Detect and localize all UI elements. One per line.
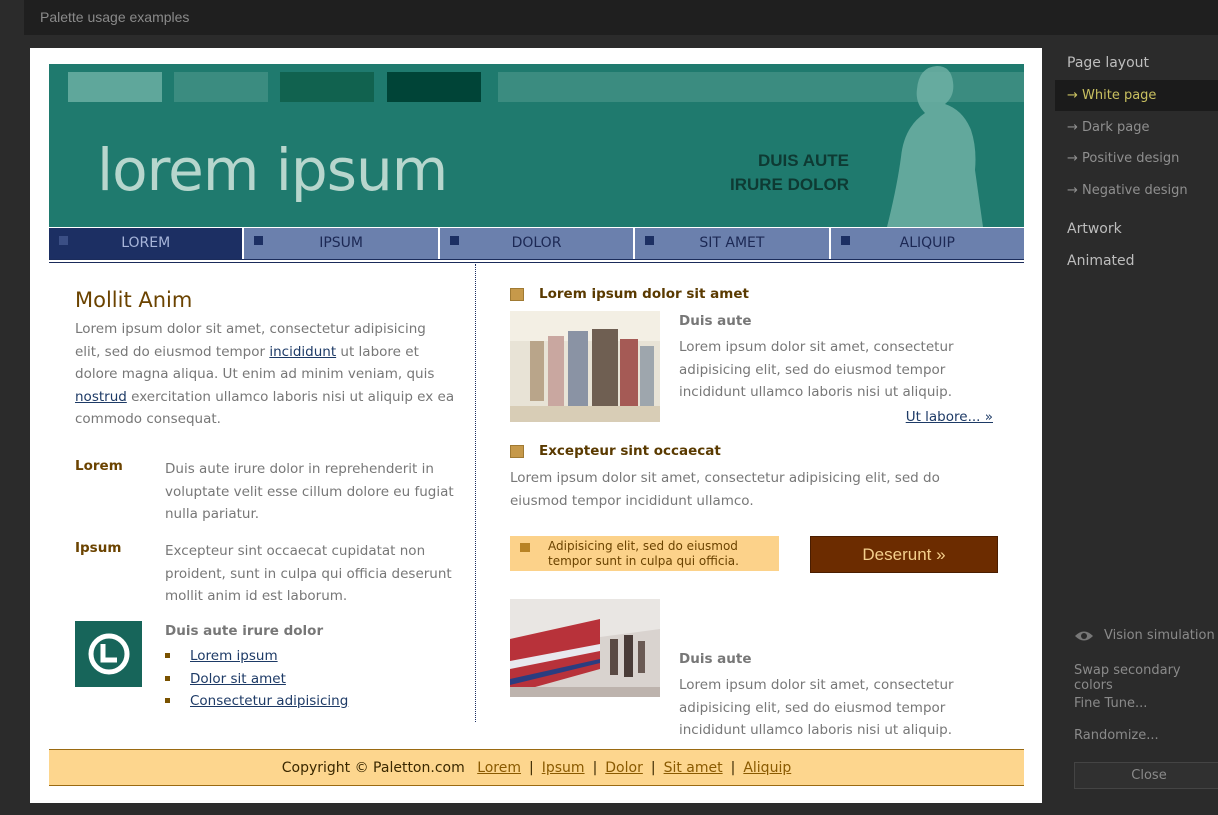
layout-negative-design[interactable]: → Negative design (1067, 183, 1188, 198)
definition-description: Excepteur sint occaecat cupidatat non pr… (165, 543, 452, 604)
layout-white-page[interactable]: → White page (1055, 80, 1218, 111)
copyright-text: Copyright © Paletton.com (281, 760, 465, 776)
nav-item-ipsum[interactable]: IPSUM (244, 228, 438, 259)
intro-text-c: exercitation ullamco laboris nisi ut ali… (75, 388, 455, 428)
vision-simulation-label: Vision simulation (1104, 628, 1215, 643)
definition-term: Lorem (75, 458, 123, 474)
list-link-consectetur[interactable]: Consectetur adipisicing (190, 693, 348, 709)
page-layout-heading[interactable]: Page layout (1067, 55, 1149, 71)
nav-bullet-icon (645, 236, 655, 245)
nav-label: IPSUM (319, 235, 363, 251)
footer-link-lorem[interactable]: Lorem (477, 760, 521, 776)
nav-item-sit-amet[interactable]: SIT AMET (635, 228, 829, 259)
section2-title: Excepteur sint occaecat (539, 443, 721, 459)
nav-bullet-icon (449, 236, 459, 245)
list-item: Dolor sit amet (165, 668, 348, 691)
footer-link-ipsum[interactable]: Ipsum (542, 760, 585, 776)
footer-link-dolor[interactable]: Dolor (605, 760, 643, 776)
nav-label: LOREM (121, 235, 171, 251)
footer-link-aliquip[interactable]: Aliquip (743, 760, 791, 776)
swatch-4 (387, 72, 481, 102)
app-titlebar: Palette usage examples (24, 0, 1218, 35)
item1-more-link[interactable]: Ut labore... » (906, 409, 993, 425)
clock-logo-icon (88, 633, 129, 675)
section1-title: Lorem ipsum dolor sit amet (539, 286, 749, 302)
nav-label: ALIQUIP (899, 235, 955, 251)
close-button[interactable]: Close (1074, 762, 1218, 789)
incididunt-link[interactable]: incididunt (269, 344, 336, 360)
nav-item-dolor[interactable]: DOLOR (439, 228, 634, 259)
crowd-photo (510, 311, 660, 422)
footer: Copyright © Paletton.com Lorem | Ipsum | Dol… (49, 749, 1024, 786)
app-title: Palette usage examples (40, 9, 190, 25)
woman-silhouette-image (887, 66, 983, 227)
nostrud-link[interactable]: nostrud (75, 389, 127, 405)
swatch-1 (68, 72, 162, 102)
list-link-lorem-ipsum[interactable]: Lorem ipsum (190, 648, 278, 664)
nav-label: DOLOR (511, 235, 562, 251)
left-column: Mollit Anim Lorem ipsum dolor sit amet, … (75, 288, 455, 709)
section2-text: Lorem ipsum dolor sit amet, consectetur … (510, 470, 940, 509)
list-link-dolor-sit-amet[interactable]: Dolor sit amet (190, 671, 286, 687)
nav-item-aliquip[interactable]: ALIQUIP (830, 228, 1025, 259)
fine-tune-link[interactable]: Fine Tune... (1074, 696, 1147, 711)
logo (75, 621, 142, 687)
item2-title: Duis aute (679, 651, 752, 667)
definition-description: Duis aute irure dolor in reprehenderit i… (165, 461, 454, 522)
list-item: Consectetur adipisicing (165, 690, 348, 713)
list-title: Duis aute irure dolor (165, 623, 324, 639)
square-bullet-icon (510, 288, 524, 301)
section-heading: Mollit Anim (75, 288, 193, 312)
deserunt-button[interactable]: Deserunt » (810, 536, 998, 573)
nav-bullet-icon (840, 236, 850, 245)
white-page-preview: lorem ipsum DUIS AUTE IRURE DOLOR LOREM … (30, 48, 1042, 803)
square-bullet-icon (510, 445, 524, 458)
definition-term: Ipsum (75, 540, 122, 556)
artwork-heading[interactable]: Artwork (1067, 221, 1122, 237)
item1-text: Lorem ipsum dolor sit amet, consectetur … (679, 339, 954, 400)
settings-panel: Page layout → White page → Dark page → P… (1042, 35, 1218, 815)
item1-title: Duis aute (679, 313, 752, 329)
vision-simulation-toggle[interactable]: Vision simulation (1074, 628, 1215, 643)
intro-paragraph: Lorem ipsum dolor sit amet, consectetur … (75, 318, 455, 431)
layout-dark-page[interactable]: → Dark page (1067, 120, 1149, 135)
nav-bullet-icon (59, 236, 68, 245)
square-bullet-icon (520, 543, 530, 552)
callout-text: Adipisicing elit, sed do eiusmod tempor … (548, 539, 739, 568)
footer-separator: | (730, 760, 736, 776)
eye-icon (1075, 631, 1093, 640)
swatch-2 (174, 72, 268, 102)
banner-subtitle-line1: DUIS AUTE (758, 151, 849, 170)
nav-item-lorem[interactable]: LOREM (49, 228, 243, 259)
item2-text: Lorem ipsum dolor sit amet, consectetur … (679, 677, 954, 738)
randomize-link[interactable]: Randomize... (1074, 728, 1159, 743)
section2-heading: Excepteur sint occaecat (510, 443, 721, 459)
nav-label: SIT AMET (699, 235, 765, 251)
footer-link-sit-amet[interactable]: Sit amet (664, 760, 723, 776)
list-item: Lorem ipsum (165, 645, 348, 668)
nav-bar: LOREM IPSUM DOLOR SIT AMET ALIQUIP (49, 228, 1025, 260)
footer-separator: | (650, 760, 656, 776)
banner-subtitle: DUIS AUTE IRURE DOLOR (727, 149, 849, 197)
link-list: Lorem ipsum Dolor sit amet Consectetur a… (165, 645, 348, 713)
section1-heading: Lorem ipsum dolor sit amet (510, 286, 749, 302)
nav-bullet-icon (254, 236, 264, 245)
nav-divider (49, 262, 1024, 263)
footer-separator: | (529, 760, 534, 776)
swatch-3 (280, 72, 374, 102)
animated-heading[interactable]: Animated (1067, 253, 1135, 269)
swap-secondary-colors[interactable]: Swap secondary colors (1074, 663, 1218, 693)
banner-title: lorem ipsum (97, 136, 448, 204)
column-divider (475, 264, 476, 722)
layout-positive-design[interactable]: → Positive design (1067, 151, 1179, 166)
banner: lorem ipsum DUIS AUTE IRURE DOLOR (49, 64, 1024, 227)
train-photo (510, 599, 660, 697)
footer-separator: | (592, 760, 598, 776)
callout-box: Adipisicing elit, sed do eiusmod tempor … (510, 536, 779, 571)
banner-subtitle-line2: IRURE DOLOR (730, 175, 849, 194)
